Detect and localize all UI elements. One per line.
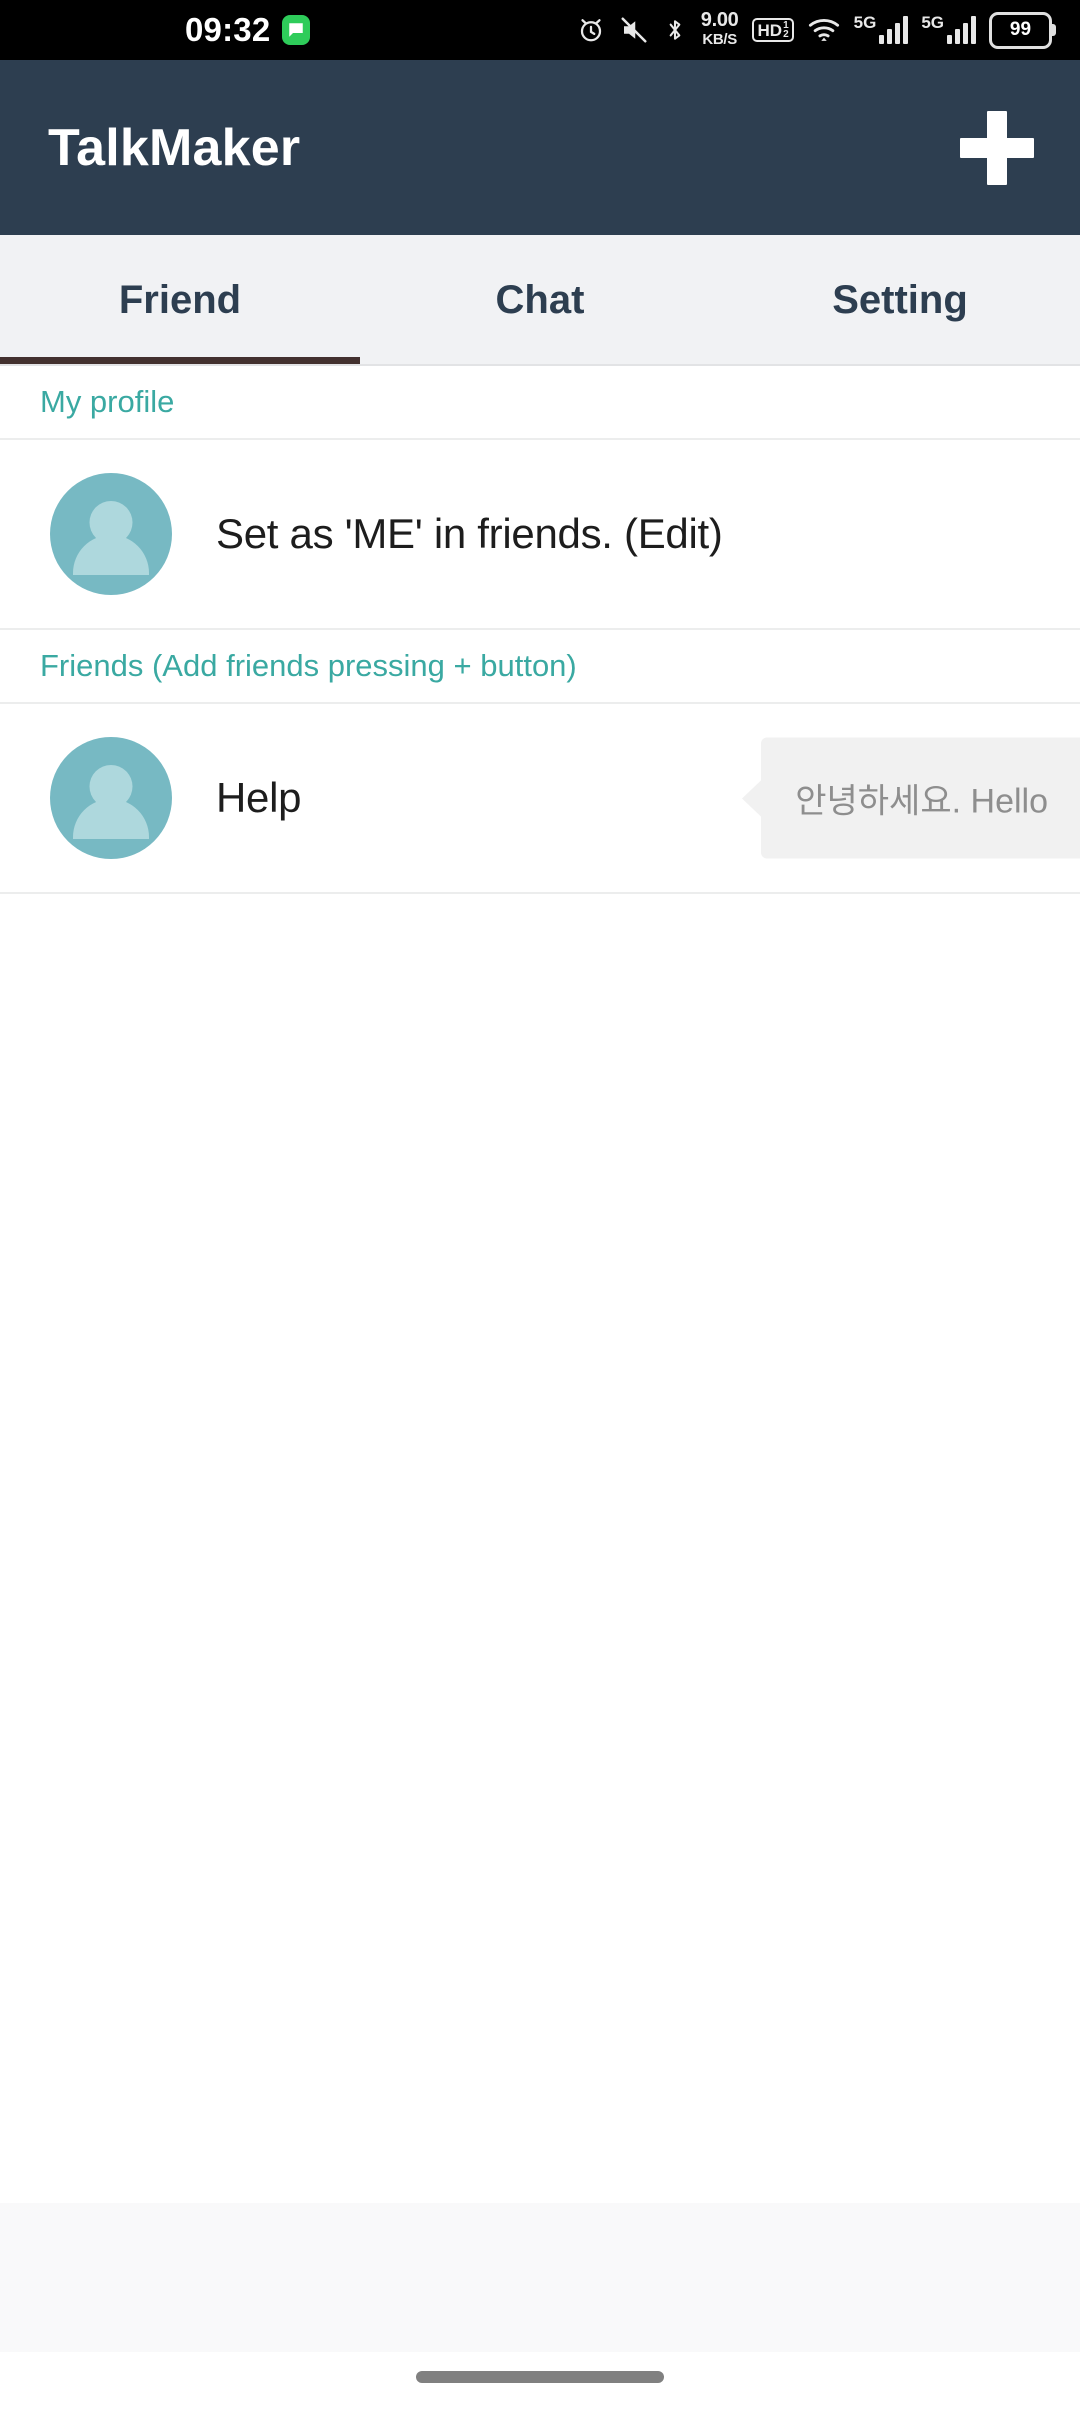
friend-name: Help — [216, 774, 302, 821]
bottom-panel — [0, 2203, 1080, 2352]
avatar-body — [73, 535, 149, 575]
network-speed-indicator: 9.00 KB/S — [700, 9, 739, 49]
list-item-friend-help[interactable]: Help 안녕하세요. Hello — [0, 704, 1080, 894]
network-speed-unit: KB/S — [702, 31, 737, 48]
network-speed-value: 9.00 — [700, 9, 739, 31]
tab-friend[interactable]: Friend — [0, 235, 360, 366]
status-clock: 09:32 — [185, 11, 271, 48]
empty-list-area — [0, 894, 1080, 2203]
section-header-my-profile: My profile — [0, 366, 1080, 440]
message-icon — [282, 15, 311, 45]
tab-bar: Friend Chat Setting — [0, 235, 1080, 366]
avatar-body — [73, 799, 149, 839]
hd-icon: HD 1 2 — [751, 18, 794, 42]
signal-5g-2: 5G — [921, 13, 976, 44]
person-placeholder-icon — [50, 473, 172, 595]
mute-icon — [619, 15, 649, 45]
tab-chat-label: Chat — [495, 278, 585, 322]
page-title: TalkMaker — [48, 118, 301, 177]
tab-chat[interactable]: Chat — [360, 235, 720, 366]
hd-fraction: 1 2 — [783, 21, 789, 40]
tab-active-indicator — [0, 357, 360, 366]
bluetooth-icon — [662, 15, 688, 45]
sim2-label: 5G — [921, 13, 944, 32]
list-item-my-profile[interactable]: Set as 'ME' in friends. (Edit) — [0, 440, 1080, 630]
hd-label: HD — [757, 20, 783, 40]
signal-bars-1 — [879, 16, 909, 44]
battery-level: 99 — [1009, 19, 1032, 40]
system-navigation-bar — [0, 2352, 1080, 2402]
home-gesture-bar[interactable] — [416, 2371, 664, 2383]
wifi-icon — [807, 15, 841, 45]
section-header-friends: Friends (Add friends pressing + button) — [0, 630, 1080, 704]
tab-setting[interactable]: Setting — [720, 235, 1080, 366]
tab-setting-label: Setting — [832, 278, 968, 322]
sim1-label: 5G — [853, 13, 877, 32]
hd-subscript: 2 — [783, 29, 789, 40]
status-bar-left: 09:32 — [185, 11, 311, 49]
friend-list: My profile Set as 'ME' in friends. (Edit… — [0, 366, 1080, 2203]
my-profile-name: Set as 'ME' in friends. (Edit) — [216, 510, 723, 557]
alarm-icon — [576, 15, 606, 45]
signal-5g-1: 5G — [853, 13, 909, 44]
status-bar: 09:32 9.00 KB/S HD 1 2 5G 5G 99 — [0, 0, 1080, 60]
app-bar: TalkMaker — [0, 60, 1080, 235]
add-friend-button[interactable] — [960, 110, 1034, 185]
signal-bars-2 — [947, 16, 976, 44]
status-message-bubble: 안녕하세요. Hello — [761, 737, 1080, 859]
status-bar-right: 9.00 KB/S HD 1 2 5G 5G 99 — [576, 9, 1056, 49]
battery-icon: 99 — [989, 11, 1056, 49]
tab-friend-label: Friend — [118, 278, 242, 322]
person-placeholder-icon — [50, 737, 172, 859]
